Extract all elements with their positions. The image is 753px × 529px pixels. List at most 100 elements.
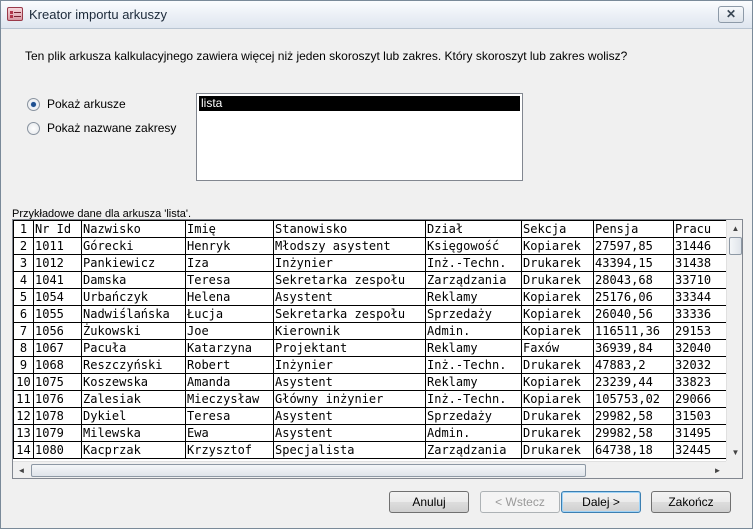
table-cell: 1011 xyxy=(33,237,82,255)
table-cell: 64738,18 xyxy=(593,441,674,459)
table-cell: Kierownik xyxy=(273,322,426,340)
sheet-list-item[interactable]: lista xyxy=(199,96,520,111)
table-cell: Projektant xyxy=(273,339,426,357)
table-cell: Faxów xyxy=(521,339,594,357)
table-cell: Zarządzania xyxy=(425,271,522,289)
row-number: 14 xyxy=(13,441,34,459)
column-header: Nazwisko xyxy=(81,220,186,238)
table-row: 6 1055 Nadwiślańska Łucja Sekretarka zespołu… xyxy=(13,305,734,323)
table-cell: 1056 xyxy=(33,322,82,340)
table-cell: 29982,58 xyxy=(593,424,674,442)
scroll-right-arrow-icon[interactable]: ► xyxy=(709,462,726,478)
table-cell: Zalesiak xyxy=(81,390,186,408)
table-cell: 1054 xyxy=(33,288,82,306)
table-cell: Amanda xyxy=(185,373,274,391)
table-cell: 26040,56 xyxy=(593,305,674,323)
sheet-listbox[interactable]: lista xyxy=(196,93,523,181)
table-cell: Sprzedaży xyxy=(425,305,522,323)
table-cell: Kacprzak xyxy=(81,441,186,459)
sample-data-table: 1 Nr Id Nazwisko Imię Stanowisko Dział Sekcja P… xyxy=(13,220,734,459)
table-cell: Asystent xyxy=(273,407,426,425)
scrollbar-corner xyxy=(726,461,742,478)
table-cell: 33336 xyxy=(673,305,734,323)
table-row: 4 1041 Damska Teresa Sekretarka zespołu Zarzą… xyxy=(13,271,734,289)
table-cell: 1075 xyxy=(33,373,82,391)
horizontal-scroll-thumb[interactable] xyxy=(31,464,586,477)
finish-button[interactable]: Zakończ xyxy=(651,491,731,513)
table-row: 5 1054 Urbańczyk Helena Asystent Reklamy Kopia… xyxy=(13,288,734,306)
column-header: Sekcja xyxy=(521,220,594,238)
vertical-scrollbar[interactable]: ▲ ▼ xyxy=(726,220,742,461)
table-cell: Asystent xyxy=(273,373,426,391)
next-button[interactable]: Dalej > xyxy=(561,491,641,513)
table-cell: 1078 xyxy=(33,407,82,425)
table-cell: 1076 xyxy=(33,390,82,408)
table-cell: 32445 xyxy=(673,441,734,459)
radio-show-named-ranges-label: Pokaż nazwane zakresy xyxy=(47,121,177,135)
table-cell: Inż.-Techn. xyxy=(425,390,522,408)
table-cell: 1079 xyxy=(33,424,82,442)
table-cell: 116511,36 xyxy=(593,322,674,340)
close-button[interactable]: ✕ xyxy=(718,6,744,23)
table-cell: 28043,68 xyxy=(593,271,674,289)
table-cell: Mieczysław xyxy=(185,390,274,408)
table-cell: 43394,15 xyxy=(593,254,674,272)
radio-show-sheets[interactable]: Pokaż arkusze xyxy=(27,97,126,111)
radio-show-sheets-label: Pokaż arkusze xyxy=(47,97,126,111)
table-cell: Helena xyxy=(185,288,274,306)
vertical-scroll-thumb[interactable] xyxy=(729,237,742,255)
row-number: 10 xyxy=(13,373,34,391)
table-cell: Urbańczyk xyxy=(81,288,186,306)
table-cell: Reklamy xyxy=(425,373,522,391)
table-cell: 33710 xyxy=(673,271,734,289)
table-cell: Inżynier xyxy=(273,254,426,272)
question-text: Ten plik arkusza kalkulacyjnego zawiera … xyxy=(25,49,628,63)
table-cell: 1080 xyxy=(33,441,82,459)
table-cell: 33344 xyxy=(673,288,734,306)
table-cell: Joe xyxy=(185,322,274,340)
scroll-left-arrow-icon[interactable]: ◄ xyxy=(13,462,30,478)
column-header: Dział xyxy=(425,220,522,238)
column-header: Stanowisko xyxy=(273,220,426,238)
radio-selected-indicator[interactable] xyxy=(27,97,40,111)
horizontal-scrollbar[interactable]: ◄ ► xyxy=(13,461,726,478)
scroll-down-arrow-icon[interactable]: ▼ xyxy=(727,444,742,461)
window-title: Kreator importu arkuszy xyxy=(29,7,167,22)
back-button[interactable]: < Wstecz xyxy=(480,491,560,513)
radio-unselected-indicator[interactable] xyxy=(27,121,40,135)
table-cell: 31495 xyxy=(673,424,734,442)
sample-data-grid[interactable]: 1 Nr Id Nazwisko Imię Stanowisko Dział Sekcja P… xyxy=(12,219,743,479)
table-row: 3 1012 Pankiewicz Iza Inżynier Inż.-Techn. Dru… xyxy=(13,254,734,272)
table-row: 8 1067 Pacuła Katarzyna Projektant Reklamy Fax… xyxy=(13,339,734,357)
table-cell: Reklamy xyxy=(425,288,522,306)
table-row: 11 1076 Zalesiak Mieczysław Główny inżynier I… xyxy=(13,390,734,408)
access-app-icon xyxy=(7,7,23,21)
table-cell: Henryk xyxy=(185,237,274,255)
table-cell: Milewska xyxy=(81,424,186,442)
table-row: 2 1011 Górecki Henryk Młodszy asystent Księgo… xyxy=(13,237,734,255)
row-number: 1 xyxy=(13,220,34,238)
table-cell: 1041 xyxy=(33,271,82,289)
radio-show-named-ranges[interactable]: Pokaż nazwane zakresy xyxy=(27,121,176,135)
table-cell: Inż.-Techn. xyxy=(425,254,522,272)
table-cell: Drukarek xyxy=(521,441,594,459)
column-header: Pracu xyxy=(673,220,734,238)
title-bar: Kreator importu arkuszy ✕ xyxy=(1,1,752,29)
table-cell: Żukowski xyxy=(81,322,186,340)
table-cell: Pankiewicz xyxy=(81,254,186,272)
row-number: 12 xyxy=(13,407,34,425)
scroll-up-arrow-icon[interactable]: ▲ xyxy=(727,220,742,237)
row-number: 13 xyxy=(13,424,34,442)
table-cell: Kopiarek xyxy=(521,237,594,255)
table-cell: 25176,06 xyxy=(593,288,674,306)
table-cell: Zarządzania xyxy=(425,441,522,459)
table-cell: 33823 xyxy=(673,373,734,391)
table-cell: Drukarek xyxy=(521,407,594,425)
table-cell: Kopiarek xyxy=(521,305,594,323)
import-wizard-window: Kreator importu arkuszy ✕ Ten plik arkus… xyxy=(0,0,753,529)
table-cell: Asystent xyxy=(273,288,426,306)
cancel-button[interactable]: Anuluj xyxy=(389,491,469,513)
table-cell: 105753,02 xyxy=(593,390,674,408)
table-cell: Drukarek xyxy=(521,356,594,374)
row-number: 8 xyxy=(13,339,34,357)
